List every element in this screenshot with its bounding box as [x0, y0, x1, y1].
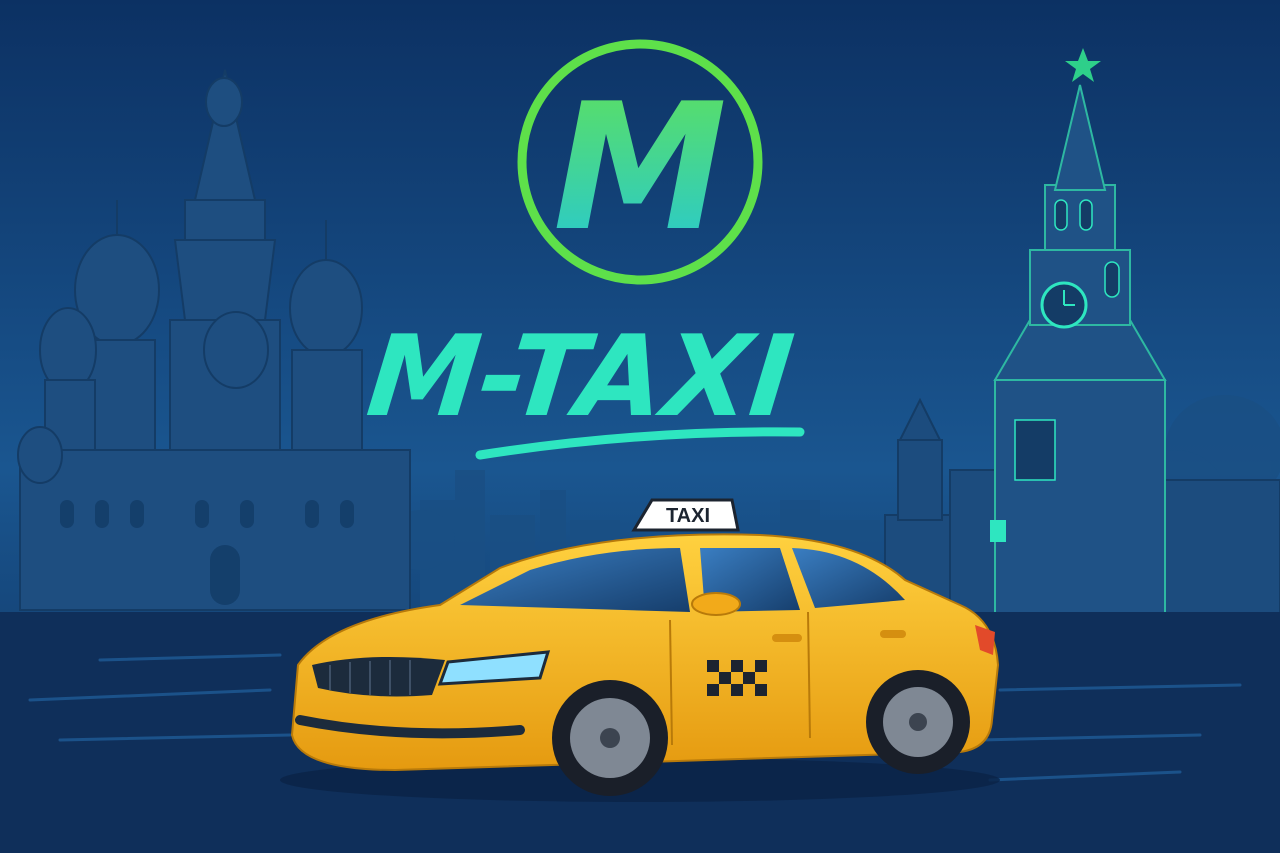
poster-scene: M M-TAXI TAXI	[0, 0, 1280, 853]
car-front-wheel	[552, 680, 668, 796]
scene-svg: M M-TAXI TAXI	[0, 0, 1280, 853]
car-mirror	[691, 592, 741, 616]
brand-name: M-TAXI	[362, 312, 799, 442]
roof-sign-label: TAXI	[666, 505, 710, 527]
car-grille	[312, 656, 445, 697]
roof-sign: TAXI	[631, 498, 740, 532]
logo-letter: M	[553, 67, 727, 270]
metro-m-circle-icon: M	[517, 39, 763, 285]
car-rear-wheel	[866, 670, 970, 774]
tower-clock	[1040, 281, 1088, 329]
